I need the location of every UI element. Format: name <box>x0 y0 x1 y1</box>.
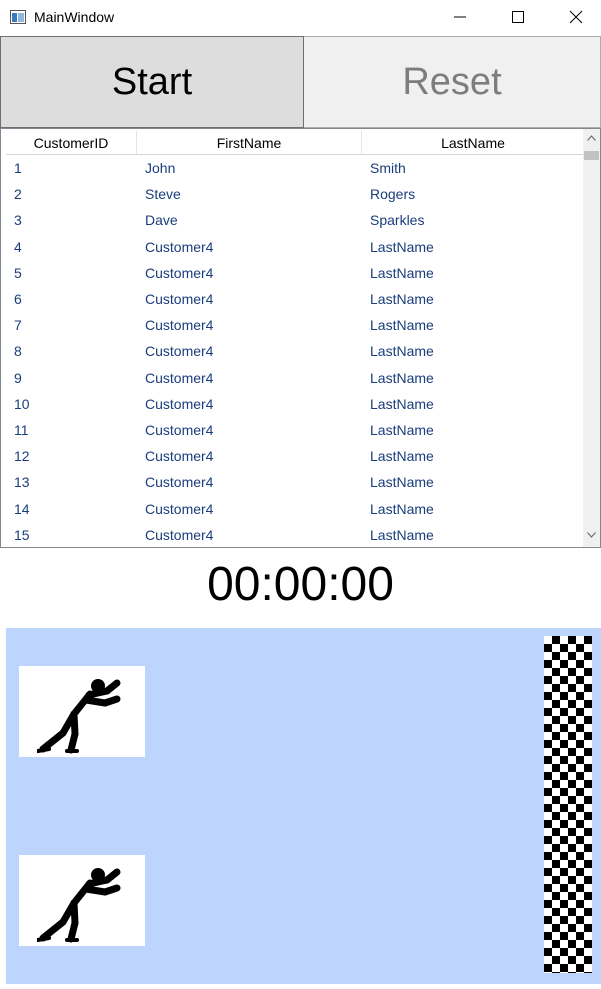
customer-grid[interactable]: CustomerID FirstName LastName 1 John Smith… <box>0 128 601 548</box>
close-icon <box>569 10 583 24</box>
window-app-icon <box>10 10 26 24</box>
window-title: MainWindow <box>34 9 115 25</box>
runner-lane-2 <box>19 855 145 946</box>
maximize-button[interactable] <box>490 0 548 36</box>
table-row[interactable]: 6 Customer4 LastName <box>6 286 584 312</box>
table-row[interactable]: 12 Customer4 LastName <box>6 443 584 469</box>
cell-firstname: Customer4 <box>145 343 214 360</box>
cell-firstname: Customer4 <box>145 369 214 386</box>
grid-rows: 1 John Smith 2 Steve Rogers 3 Dave Sparkles 4 Cust… <box>6 155 584 547</box>
cell-firstname: Customer4 <box>145 500 214 517</box>
table-row[interactable]: 14 Customer4 LastName <box>6 495 584 521</box>
table-row[interactable]: 5 Customer4 LastName <box>6 260 584 286</box>
grid-header: CustomerID FirstName LastName <box>6 131 584 155</box>
cell-firstname: Customer4 <box>145 395 214 412</box>
maximize-icon <box>512 11 524 23</box>
timer-display: 00:00:00 <box>207 558 394 611</box>
scroll-up-icon[interactable] <box>587 135 596 141</box>
cell-firstname: Customer4 <box>145 317 214 334</box>
reset-button[interactable]: Reset <box>304 36 601 128</box>
cell-lastname: LastName <box>370 343 434 360</box>
cell-customerid: 13 <box>14 474 30 491</box>
cell-customerid: 10 <box>14 395 30 412</box>
cell-lastname: LastName <box>370 238 434 255</box>
cell-customerid: 2 <box>14 186 22 203</box>
cell-customerid: 11 <box>14 421 29 438</box>
cell-firstname: Dave <box>145 212 178 229</box>
cell-customerid: 3 <box>14 212 22 229</box>
cell-firstname: Customer4 <box>145 526 214 543</box>
vertical-scrollbar[interactable] <box>583 129 600 547</box>
cell-firstname: Customer4 <box>145 448 214 465</box>
column-header-lastname[interactable]: LastName <box>362 131 584 154</box>
table-row[interactable]: 2 Steve Rogers <box>6 181 584 207</box>
cell-customerid: 12 <box>14 448 30 465</box>
close-button[interactable] <box>548 0 601 36</box>
table-row[interactable]: 4 Customer4 LastName <box>6 234 584 260</box>
minimize-button[interactable] <box>432 0 490 36</box>
cell-lastname: LastName <box>370 317 434 334</box>
cell-lastname: Sparkles <box>370 212 425 229</box>
table-row[interactable]: 15 Customer4 LastName <box>6 522 584 547</box>
pushing-man-icon <box>37 679 121 754</box>
cell-firstname: Customer4 <box>145 238 214 255</box>
table-row[interactable]: 8 Customer4 LastName <box>6 338 584 364</box>
cell-customerid: 7 <box>14 317 22 334</box>
table-row[interactable]: 1 John Smith <box>6 155 584 181</box>
cell-lastname: LastName <box>370 526 434 543</box>
cell-lastname: Rogers <box>370 186 416 203</box>
table-row[interactable]: 7 Customer4 LastName <box>6 312 584 338</box>
cell-customerid: 1 <box>14 160 22 177</box>
cell-customerid: 5 <box>14 264 22 281</box>
column-header-customerid[interactable]: CustomerID <box>6 131 137 154</box>
cell-lastname: LastName <box>370 500 434 517</box>
scroll-down-icon[interactable] <box>587 532 596 538</box>
cell-lastname: LastName <box>370 395 434 412</box>
cell-firstname: Steve <box>145 186 181 203</box>
column-header-firstname[interactable]: FirstName <box>137 131 362 154</box>
cell-firstname: Customer4 <box>145 474 214 491</box>
cell-lastname: Smith <box>370 160 406 177</box>
cell-customerid: 6 <box>14 291 22 308</box>
cell-firstname: Customer4 <box>145 291 214 308</box>
cell-lastname: LastName <box>370 474 434 491</box>
cell-lastname: LastName <box>370 448 434 465</box>
table-row[interactable]: 10 Customer4 LastName <box>6 391 584 417</box>
cell-lastname: LastName <box>370 264 434 281</box>
cell-lastname: LastName <box>370 291 434 308</box>
cell-firstname: John <box>145 160 176 177</box>
race-track <box>6 628 601 984</box>
start-button[interactable]: Start <box>0 36 304 128</box>
title-bar: MainWindow <box>0 0 601 36</box>
cell-firstname: Customer4 <box>145 264 214 281</box>
table-row[interactable]: 9 Customer4 LastName <box>6 365 584 391</box>
table-row[interactable]: 11 Customer4 LastName <box>6 417 584 443</box>
pushing-man-icon <box>37 868 121 943</box>
cell-customerid: 9 <box>14 369 22 386</box>
scroll-thumb[interactable] <box>584 151 599 160</box>
cell-lastname: LastName <box>370 421 434 438</box>
cell-customerid: 4 <box>14 238 22 255</box>
minimize-icon <box>454 16 466 18</box>
cell-customerid: 14 <box>14 500 30 517</box>
runner-lane-1 <box>19 666 145 757</box>
table-row[interactable]: 3 Dave Sparkles <box>6 207 584 233</box>
cell-customerid: 15 <box>14 526 30 543</box>
checkered-flag-icon <box>544 636 592 973</box>
cell-customerid: 8 <box>14 343 22 360</box>
table-row[interactable]: 13 Customer4 LastName <box>6 469 584 495</box>
cell-lastname: LastName <box>370 369 434 386</box>
cell-firstname: Customer4 <box>145 421 214 438</box>
